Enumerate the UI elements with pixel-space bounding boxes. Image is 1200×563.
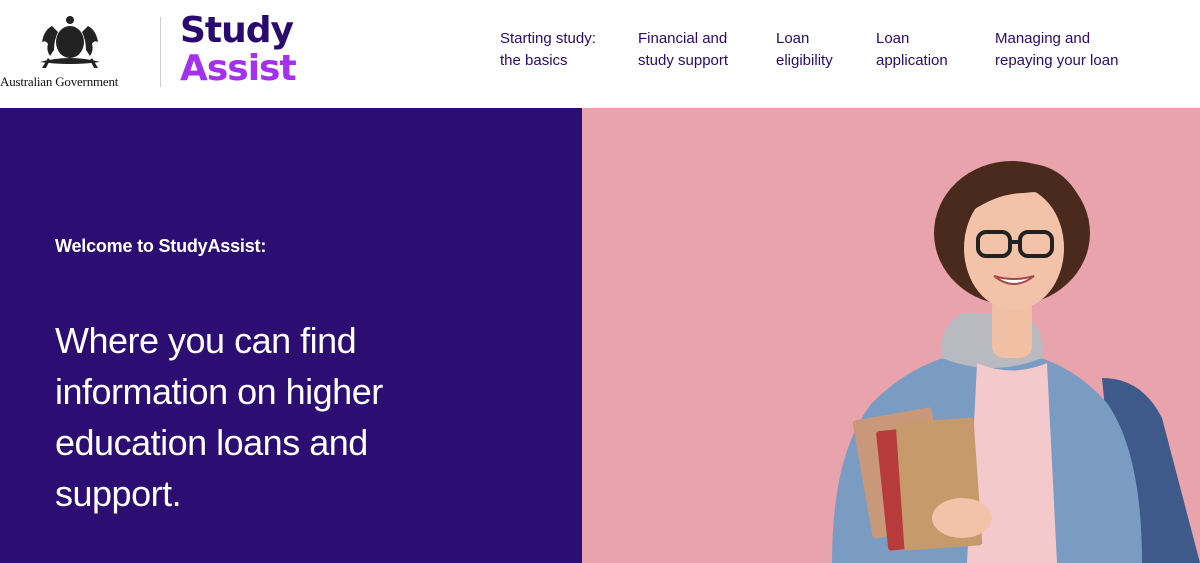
nav-label-line2: repaying your loan: [995, 52, 1119, 69]
nav-financial-support[interactable]: Financial and study support: [638, 28, 728, 72]
headline-line: information on higher: [55, 371, 383, 412]
headline-line: support.: [55, 473, 182, 514]
nav-label-line1: Managing and: [995, 30, 1091, 47]
nav-label-line1: Loan: [876, 30, 910, 47]
nav-label-line1: Financial and: [638, 30, 728, 47]
site-header: Australian Government Study Assist Start…: [0, 0, 1200, 108]
nav-managing-repaying[interactable]: Managing and repaying your loan: [995, 28, 1118, 72]
headline-line: education loans and: [55, 422, 368, 463]
hero-headline: Where you can find information on higher…: [55, 315, 475, 519]
headline-line: Where you can find: [55, 320, 357, 361]
nav-label-line1: Starting study:: [500, 30, 596, 47]
hero-welcome: Welcome to StudyAssist:: [55, 236, 267, 256]
main-nav: Starting study: the basics Financial and…: [0, 28, 1200, 78]
student-illustration: [832, 161, 1200, 563]
nav-starting-study[interactable]: Starting study: the basics: [500, 28, 596, 72]
hand-shape: [932, 498, 992, 538]
hero-panel: Welcome to StudyAssist: Where you can fi…: [0, 108, 582, 563]
nav-label-line2: the basics: [500, 52, 568, 69]
hero-photo: [582, 108, 1200, 563]
nav-label-line1: Loan: [776, 30, 810, 47]
nav-loan-eligibility[interactable]: Loan eligibility: [776, 28, 833, 72]
nav-label-line2: application: [876, 52, 948, 69]
nav-label-line2: study support: [638, 52, 729, 69]
nav-loan-application[interactable]: Loan application: [876, 28, 948, 72]
nav-label-line2: eligibility: [776, 52, 833, 69]
